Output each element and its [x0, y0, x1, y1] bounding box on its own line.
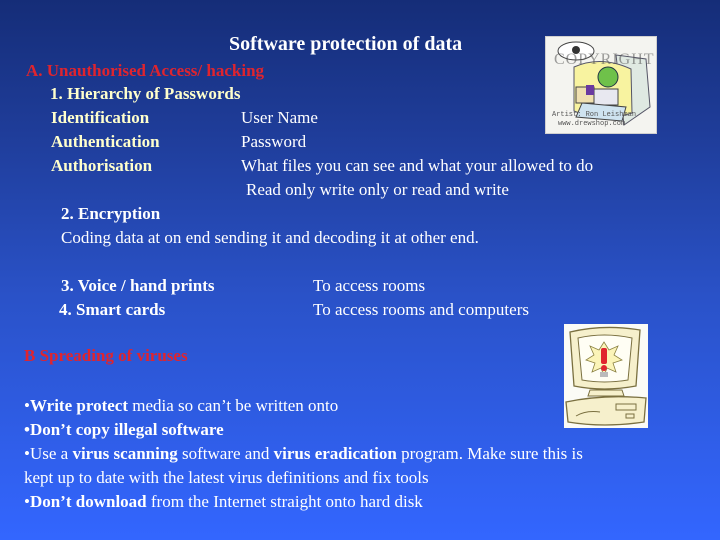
bullet-text: from the Internet straight onto hard dis…: [146, 492, 423, 511]
bullet-write-protect: •Write protect media so can’t be written…: [24, 394, 338, 418]
section-b-heading: B Spreading of viruses: [24, 346, 188, 365]
bullet-bold: Don’t download: [29, 492, 147, 511]
section-a-heading: A. Unauthorised Access/ hacking: [26, 61, 265, 80]
item-2-desc: Coding data at on end sending it and dec…: [61, 228, 479, 247]
bullet-dont-download: •Don’t download from the Internet straig…: [24, 490, 423, 514]
artist-credit: Artist: Ron Leishman: [552, 111, 637, 119]
site-credit: www.drewshop.com: [558, 120, 626, 128]
bullet-bold: Don’t copy illegal software: [29, 420, 224, 439]
item-3-title: 3. Voice / hand prints: [61, 276, 215, 295]
term-identification: Identification: [51, 108, 150, 127]
watermark: COPYRIGHT: [554, 51, 655, 68]
bullet-bold: virus scanning: [72, 444, 178, 463]
term-authentication: Authentication: [51, 132, 160, 151]
item-1-title: 1. Hierarchy of Passwords: [50, 84, 241, 103]
bullet-virus-scanning: •Use a virus scanning software and virus…: [24, 442, 583, 466]
computer-warning-icon: [565, 326, 647, 426]
item-4-desc: To access rooms and computers: [313, 300, 529, 319]
desc-authentication: Password: [241, 132, 307, 151]
item-2-title: 2. Encryption: [61, 204, 161, 223]
bullet-bold: Write protect: [29, 396, 128, 415]
term-authorisation: Authorisation: [51, 156, 153, 175]
bullet-text: Use a: [29, 444, 73, 463]
bullet-text: software and: [177, 444, 274, 463]
bullet-bold: virus eradication: [273, 444, 397, 463]
desc-authorisation: What files you can see and what your all…: [241, 156, 594, 175]
item-4-title: 4. Smart cards: [59, 300, 166, 319]
desc-authorisation-extra: Read only write only or read and write: [246, 180, 509, 199]
bullet-dont-copy: •Don’t copy illegal software: [24, 418, 224, 442]
bullet-text: media so can’t be written onto: [127, 396, 339, 415]
item-3-desc: To access rooms: [313, 276, 426, 295]
bullet-text: program. Make sure this is: [396, 444, 583, 463]
computer-warning-image: [564, 324, 648, 428]
slide-title: Software protection of data: [229, 33, 463, 55]
hacker-cartoon-image: COPYRIGHT Artist: Ron Leishman www.drews…: [545, 36, 657, 134]
desc-identification: User Name: [241, 108, 318, 127]
bullet-virus-scanning-line2: kept up to date with the latest virus de…: [24, 468, 429, 487]
